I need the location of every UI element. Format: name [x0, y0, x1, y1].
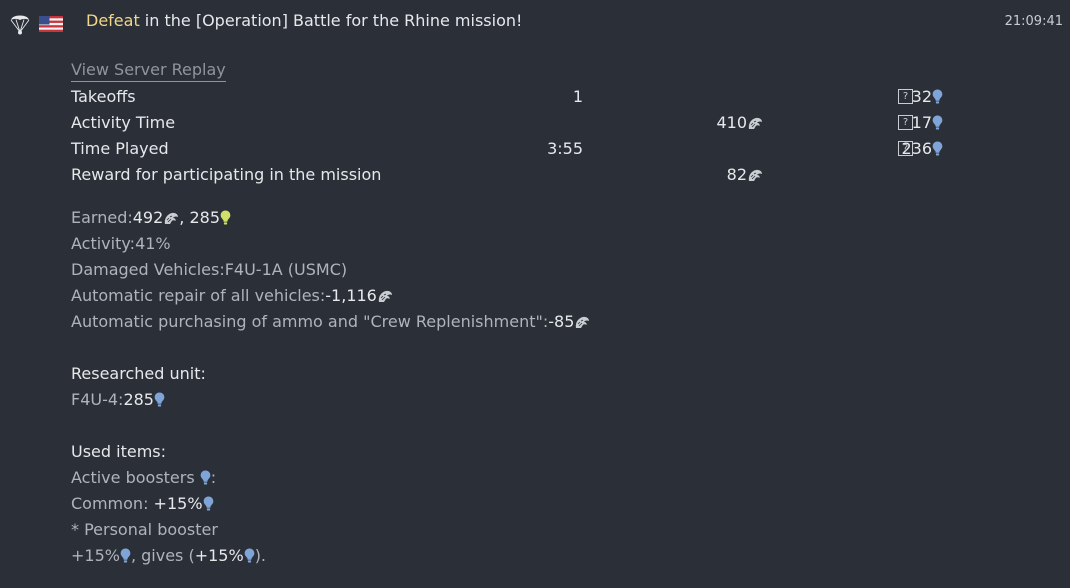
common-label: Common: — [71, 494, 154, 513]
repair-label: Automatic repair of all vehicles: — [71, 286, 326, 305]
message-header: Defeat in the [Operation] Battle for the… — [0, 0, 1070, 44]
used-items-heading: Used items: — [71, 442, 167, 461]
gives-label: , gives ( — [130, 546, 195, 565]
activity-label: Activity: — [71, 234, 136, 253]
stats-row-participation-reward: Reward for participating in the mission … — [71, 165, 931, 187]
gives-end: ). — [254, 546, 267, 565]
personal-value: +15% — [71, 546, 120, 565]
stat-count: 1 — [572, 87, 583, 106]
earned-rp: 285 — [189, 208, 221, 227]
earned-label: Earned: — [71, 208, 133, 227]
active-boosters-colon: : — [210, 468, 217, 487]
earned-separator: , — [179, 208, 190, 227]
repair-value: -1,116 — [325, 286, 377, 305]
stat-label: Activity Time — [71, 113, 176, 132]
personal-booster-values-line: +15% , gives ( +15% ). — [71, 546, 266, 565]
activity-value: 41% — [135, 234, 171, 253]
stat-lions-value: 410 — [716, 113, 747, 132]
silver-lions-icon — [747, 168, 763, 182]
ammo-label: Automatic purchasing of ammo and "Crew R… — [71, 312, 549, 331]
research-points-icon — [932, 89, 943, 104]
damaged-label: Damaged Vehicles: — [71, 260, 225, 279]
researched-heading: Researched unit: — [71, 364, 206, 383]
timestamp: 21:09:41 — [1004, 14, 1063, 29]
common-booster-line: Common: +15% — [71, 494, 214, 513]
usa-flag-icon — [39, 16, 63, 32]
research-points-icon — [932, 141, 943, 156]
active-boosters-label: Active boosters — [71, 468, 200, 487]
researched-unit: F4U-4: — [71, 390, 124, 409]
common-value: +15% — [153, 494, 203, 513]
stat-rp-value: 17 — [911, 113, 932, 132]
stat-label: Takeoffs — [71, 87, 136, 106]
help-button[interactable]: ? — [898, 89, 913, 104]
stats-row-takeoffs: Takeoffs 1 32 ? — [71, 87, 931, 109]
damaged-vehicles-line: Damaged Vehicles: F4U-1A (USMC) — [71, 260, 347, 279]
ammo-value: -85 — [548, 312, 575, 331]
stats-row-activity-time: Activity Time 410 17 ? — [71, 113, 931, 135]
silver-lions-icon — [377, 289, 393, 303]
silver-lions-icon — [747, 116, 763, 130]
stat-lions: 82 — [727, 165, 763, 184]
message-title: Defeat in the [Operation] Battle for the… — [86, 11, 522, 30]
stat-label: Time Played — [71, 139, 169, 158]
parachute-icon — [10, 15, 30, 35]
earned-line: Earned: 492 , 285 — [71, 208, 231, 227]
personal-booster-line: * Personal booster — [71, 520, 218, 539]
research-points-icon — [932, 115, 943, 130]
research-points-icon — [220, 210, 231, 225]
stat-rp: 17 — [912, 113, 943, 132]
stat-lions-value: 82 — [726, 165, 747, 184]
stat-rp: 32 — [912, 87, 943, 106]
stat-lions: 410 — [716, 113, 763, 132]
research-points-icon — [154, 392, 165, 407]
stat-rp-value: 32 — [911, 87, 932, 106]
researched-unit-line: F4U-4: 285 — [71, 390, 165, 409]
damaged-value: F4U-1A (USMC) — [224, 260, 348, 279]
research-points-icon — [120, 548, 131, 563]
activity-line: Activity: 41% — [71, 234, 171, 253]
gives-value: +15% — [194, 546, 244, 565]
research-points-icon — [244, 548, 255, 563]
earned-lions: 492 — [132, 208, 164, 227]
research-points-icon — [200, 470, 211, 485]
stat-label: Reward for participating in the mission — [71, 165, 382, 184]
view-server-replay-link[interactable]: View Server Replay — [71, 60, 226, 82]
stats-row-time-played: Time Played 3:55 236 ? — [71, 139, 931, 161]
help-button[interactable]: ? — [898, 141, 913, 156]
help-button[interactable]: ? — [898, 115, 913, 130]
result-word: Defeat — [86, 11, 140, 30]
stat-count: 3:55 — [547, 139, 583, 158]
title-rest: in the [Operation] Battle for the Rhine … — [139, 11, 523, 30]
repair-line: Automatic repair of all vehicles: -1,116 — [71, 286, 393, 305]
ammo-line: Automatic purchasing of ammo and "Crew R… — [71, 312, 590, 331]
researched-value: 285 — [123, 390, 154, 409]
research-points-icon — [203, 496, 214, 511]
active-boosters-line: Active boosters : — [71, 468, 216, 487]
silver-lions-icon — [163, 211, 179, 225]
silver-lions-icon — [574, 315, 590, 329]
